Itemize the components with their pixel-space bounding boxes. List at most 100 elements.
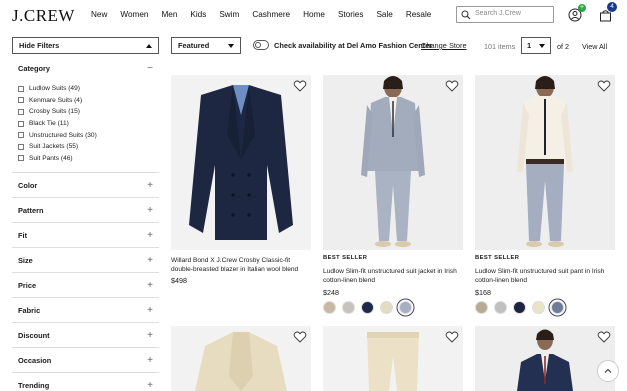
color-swatches xyxy=(475,301,570,314)
cream-blazer-image xyxy=(171,326,311,391)
nav-women[interactable]: Women xyxy=(120,10,148,19)
filter-section-color[interactable]: Color + xyxy=(12,173,159,199)
color-swatch[interactable] xyxy=(475,301,488,314)
caret-down-icon xyxy=(228,43,234,48)
sort-select[interactable]: Featured xyxy=(171,37,241,54)
checkbox[interactable] xyxy=(18,120,24,127)
product-name[interactable]: Willard Bond X J.Crew Crosby Classic-fit… xyxy=(171,256,311,274)
category-option[interactable]: Suit Pants (46) xyxy=(18,153,153,165)
checkbox[interactable] xyxy=(18,97,24,104)
plus-icon: + xyxy=(147,204,153,216)
availability-label: Check availability at Del Amo Fashion Ce… xyxy=(274,41,433,50)
category-option-label: Black Tie (11) xyxy=(29,120,69,128)
filter-section-category[interactable]: Category − xyxy=(12,56,159,81)
color-swatch[interactable] xyxy=(323,301,336,314)
color-swatch-selected[interactable] xyxy=(399,301,412,314)
hide-filters-label: Hide Filters xyxy=(19,41,60,50)
filter-section-fit[interactable]: Fit + xyxy=(12,223,159,249)
caret-up-icon xyxy=(146,43,152,48)
checkbox[interactable] xyxy=(18,85,24,92)
scroll-to-top-button[interactable] xyxy=(597,360,619,382)
favorite-heart-icon[interactable] xyxy=(293,330,307,344)
product-image[interactable] xyxy=(171,326,311,391)
nav-kids[interactable]: Kids xyxy=(190,10,206,19)
nav-cashmere[interactable]: Cashmere xyxy=(252,10,290,19)
grey-suit-model-image xyxy=(323,75,463,250)
color-swatch[interactable] xyxy=(494,301,507,314)
filter-section-price[interactable]: Price + xyxy=(12,273,159,299)
product-card[interactable]: BEST SELLER Ludlow Slim-fit unstructured… xyxy=(475,75,615,320)
filter-section-fabric[interactable]: Fabric + xyxy=(12,298,159,324)
category-option-label: Suit Pants (46) xyxy=(29,154,73,162)
filter-section-discount[interactable]: Discount + xyxy=(12,323,159,349)
nav-home[interactable]: Home xyxy=(303,10,325,19)
filter-section-size[interactable]: Size + xyxy=(12,248,159,274)
product-card[interactable]: Willard Bond X J.Crew Crosby Classic-fit… xyxy=(171,75,311,291)
product-card[interactable] xyxy=(171,326,311,391)
color-swatch[interactable] xyxy=(532,301,545,314)
nav-resale[interactable]: Resale xyxy=(406,10,432,19)
plus-icon: + xyxy=(147,179,153,191)
filter-section-title: Size xyxy=(18,255,33,265)
product-image[interactable] xyxy=(475,75,615,250)
checkbox[interactable] xyxy=(18,132,24,139)
color-swatch[interactable] xyxy=(513,301,526,314)
nav-stories[interactable]: Stories xyxy=(338,10,363,19)
product-name[interactable]: Ludlow Slim-fit unstructured suit pant i… xyxy=(475,267,615,285)
favorite-heart-icon[interactable] xyxy=(597,330,611,344)
minus-icon: − xyxy=(147,63,153,74)
product-image[interactable] xyxy=(323,326,463,391)
sort-label: Featured xyxy=(178,41,210,50)
grey-pant-model-image xyxy=(475,75,615,250)
favorite-heart-icon[interactable] xyxy=(445,330,459,344)
chevron-up-icon xyxy=(604,368,612,373)
nav-new[interactable]: New xyxy=(91,10,107,19)
category-option[interactable]: Ludlow Suits (49) xyxy=(18,83,153,95)
filter-section-title: Occasion xyxy=(18,355,52,365)
product-card[interactable]: BEST SELLER Ludlow Slim-fit unstructured… xyxy=(323,75,463,320)
checkbox[interactable] xyxy=(18,155,24,162)
filter-section-pattern[interactable]: Pattern + xyxy=(12,198,159,224)
checkbox[interactable] xyxy=(18,143,24,150)
filter-section-occasion[interactable]: Occasion + xyxy=(12,348,159,374)
category-option[interactable]: Unstructured Suits (30) xyxy=(18,129,153,141)
nav-sale[interactable]: Sale xyxy=(376,10,392,19)
category-option[interactable]: Black Tie (11) xyxy=(18,118,153,130)
page-select[interactable]: 1 xyxy=(521,37,551,54)
favorite-heart-icon[interactable] xyxy=(445,79,459,93)
color-swatch-selected[interactable] xyxy=(551,301,564,314)
view-all-link[interactable]: View All xyxy=(582,42,607,51)
product-card[interactable] xyxy=(323,326,463,391)
hide-filters-button[interactable]: Hide Filters xyxy=(12,37,159,54)
filter-section-trending[interactable]: Trending + xyxy=(12,373,159,391)
nav-men[interactable]: Men xyxy=(161,10,177,19)
page-total: of 2 xyxy=(557,42,569,51)
product-card[interactable] xyxy=(475,326,615,391)
cream-pant-image xyxy=(323,326,463,391)
best-seller-badge: BEST SELLER xyxy=(475,255,520,261)
change-store-link[interactable]: Change Store xyxy=(421,41,467,50)
product-image[interactable] xyxy=(323,75,463,250)
color-swatch[interactable] xyxy=(380,301,393,314)
favorite-heart-icon[interactable] xyxy=(293,79,307,93)
category-option[interactable]: Suit Jackets (55) xyxy=(18,141,153,153)
store-availability-toggle[interactable] xyxy=(253,40,269,50)
filter-sidebar: Category − Ludlow Suits (49) Kenmare Sui… xyxy=(12,56,159,391)
product-image[interactable] xyxy=(475,326,615,391)
search-input[interactable]: Search J.Crew xyxy=(475,10,521,17)
color-swatch[interactable] xyxy=(361,301,374,314)
jcrew-logo[interactable]: J.CREW xyxy=(12,6,75,26)
checkbox[interactable] xyxy=(18,108,24,115)
category-option[interactable]: Kenmare Suits (4) xyxy=(18,95,153,107)
main-nav: New Women Men Kids Swim Cashmere Home St… xyxy=(91,10,444,19)
user-status-badge: + xyxy=(578,4,586,12)
category-option-label: Unstructured Suits (30) xyxy=(29,131,97,139)
favorite-heart-icon[interactable] xyxy=(597,79,611,93)
product-image[interactable] xyxy=(171,75,311,250)
search-box[interactable]: Search J.Crew xyxy=(456,6,554,23)
category-option[interactable]: Crosby Suits (15) xyxy=(18,106,153,118)
nav-swim[interactable]: Swim xyxy=(219,10,239,19)
color-swatch[interactable] xyxy=(342,301,355,314)
product-name[interactable]: Ludlow Slim-fit unstructured suit jacket… xyxy=(323,267,463,285)
navy-suit-model-image xyxy=(475,326,615,391)
